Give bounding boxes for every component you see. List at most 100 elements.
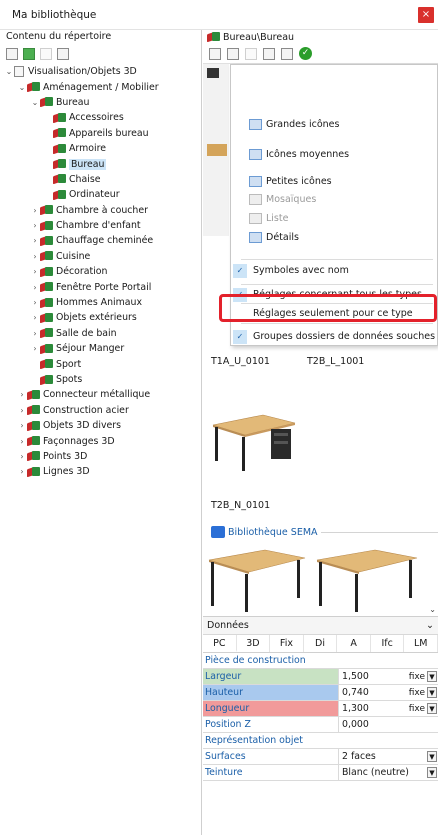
tree-item[interactable]: › Objets 3D divers: [0, 418, 201, 433]
tree-item[interactable]: › Cuisine: [0, 249, 201, 264]
chevron-right-icon[interactable]: ›: [30, 236, 40, 245]
chevron-right-icon[interactable]: ›: [30, 221, 40, 230]
tab-fix[interactable]: Fix: [270, 635, 304, 652]
tree-item[interactable]: › Construction acier: [0, 403, 201, 418]
tab-pc[interactable]: PC: [203, 635, 237, 652]
dropdown-arrow-icon[interactable]: ▼: [427, 703, 437, 714]
tree-item[interactable]: › Chambre à coucher: [0, 203, 201, 218]
property-value-field[interactable]: 2 faces ▼: [339, 749, 438, 764]
chevron-right-icon[interactable]: ›: [30, 329, 40, 338]
3d-folder-icon: [27, 436, 40, 446]
tree-item[interactable]: Bureau: [0, 156, 201, 171]
confirm-icon[interactable]: ✓: [299, 47, 312, 60]
tab-lm[interactable]: LM: [404, 635, 438, 652]
link-icon[interactable]: [57, 48, 69, 60]
dropdown-arrow-icon[interactable]: ▼: [427, 671, 437, 682]
tree-item[interactable]: › Connecteur métallique: [0, 387, 201, 402]
property-value-field[interactable]: 1,500 fixe ▼: [339, 669, 438, 684]
property-value-field[interactable]: 0,740 fixe ▼: [339, 685, 438, 700]
edit-icon[interactable]: [281, 47, 293, 60]
chevron-right-icon[interactable]: ›: [30, 298, 40, 307]
tree-item[interactable]: Ordinateur: [0, 187, 201, 202]
chevron-right-icon[interactable]: ›: [30, 313, 40, 322]
3d-folder-icon: [27, 82, 40, 92]
tab-di[interactable]: Di: [304, 635, 338, 652]
chevron-right-icon[interactable]: ›: [17, 390, 27, 399]
menu-item-view[interactable]: Icônes moyennes: [249, 149, 349, 160]
tree-item[interactable]: › Décoration: [0, 264, 201, 279]
tree-item[interactable]: Accessoires: [0, 110, 201, 125]
3d-folder-icon: [40, 205, 53, 215]
collapse-icon[interactable]: ⌄: [426, 620, 434, 631]
chevron-right-icon[interactable]: ›: [17, 437, 27, 446]
chevron-right-icon[interactable]: ›: [30, 267, 40, 276]
tab-3d[interactable]: 3D: [237, 635, 271, 652]
menu-item-view[interactable]: Détails: [249, 232, 299, 243]
property-value-field[interactable]: 0,000: [339, 717, 438, 732]
chevron-right-icon[interactable]: ›: [17, 421, 27, 430]
chevron-down-icon[interactable]: ⌄: [17, 83, 27, 92]
tree-item[interactable]: › Hommes Animaux: [0, 295, 201, 310]
tab-ifc[interactable]: Ifc: [371, 635, 405, 652]
item-label[interactable]: T2B_L_1001: [307, 356, 364, 367]
menu-item-view[interactable]: Liste: [249, 213, 288, 224]
close-icon[interactable]: ×: [418, 7, 434, 23]
item-label[interactable]: T2B_N_0101: [211, 500, 270, 511]
sema-library-section: Bibliothèque SEMA: [211, 526, 438, 538]
item-label[interactable]: T1A_U_0101: [211, 356, 270, 367]
tree-item-label: Objets 3D divers: [43, 420, 122, 432]
chevron-right-icon[interactable]: ›: [30, 252, 40, 261]
menu-item-view[interactable]: Mosaïques: [249, 194, 316, 205]
tree-item[interactable]: › Chambre d'enfant: [0, 218, 201, 233]
tree-item[interactable]: › Chauffage cheminée: [0, 233, 201, 248]
tree-item[interactable]: › Fenêtre Porte Portail: [0, 279, 201, 294]
save-icon[interactable]: [209, 47, 221, 60]
tree-item[interactable]: › Séjour Manger: [0, 341, 201, 356]
menu-item-view[interactable]: Petites icônes: [249, 176, 332, 187]
tree-item[interactable]: ⌄ Aménagement / Mobilier: [0, 79, 201, 94]
property-value-field[interactable]: Blanc (neutre) ▼: [339, 765, 438, 780]
tree-item[interactable]: › Façonnages 3D: [0, 433, 201, 448]
dropdown-arrow-icon[interactable]: ▼: [427, 767, 437, 778]
tree-item[interactable]: › Objets extérieurs: [0, 310, 201, 325]
tree-item[interactable]: › Salle de bain: [0, 326, 201, 341]
chevron-right-icon[interactable]: ›: [30, 344, 40, 353]
dropdown-arrow-icon[interactable]: ▼: [427, 751, 437, 762]
menu-item-toggle[interactable]: Symboles avec nom: [253, 265, 349, 276]
properties-icon[interactable]: [227, 47, 239, 60]
3d-folder-icon: [40, 220, 53, 231]
tree-view-icon[interactable]: [6, 48, 18, 60]
highlight-annotation: [219, 294, 437, 322]
chevron-right-icon[interactable]: ›: [17, 467, 27, 476]
chevron-down-icon[interactable]: ⌄: [429, 605, 436, 614]
property-value: 1,300: [342, 703, 369, 714]
disk-icon[interactable]: [245, 47, 257, 60]
tree-item[interactable]: › Lignes 3D: [0, 464, 201, 479]
tree-item[interactable]: › Points 3D: [0, 449, 201, 464]
copy-folder-icon[interactable]: [40, 48, 52, 60]
add-folder-icon[interactable]: [23, 48, 35, 60]
dropdown-arrow-icon[interactable]: ▼: [427, 687, 437, 698]
property-value-field[interactable]: 1,300 fixe ▼: [339, 701, 438, 716]
chevron-right-icon[interactable]: ›: [30, 206, 40, 215]
tree-item[interactable]: Appareils bureau: [0, 126, 201, 141]
tree-item[interactable]: Sport: [0, 356, 201, 371]
property-value: 1,500: [342, 671, 369, 682]
menu-item-view[interactable]: Grandes icônes: [249, 119, 339, 130]
tree-item[interactable]: Chaise: [0, 172, 201, 187]
menu-item-toggle[interactable]: Groupes dossiers de données souches: [253, 331, 435, 342]
tab-a[interactable]: A: [337, 635, 371, 652]
tree-item[interactable]: ⌄ Visualisation/Objets 3D: [0, 64, 201, 79]
chevron-down-icon[interactable]: ⌄: [30, 98, 40, 107]
view-mode-icon[interactable]: [263, 47, 275, 60]
chevron-right-icon[interactable]: ›: [30, 283, 40, 292]
chevron-right-icon[interactable]: ›: [17, 406, 27, 415]
chevron-down-icon[interactable]: ⌄: [4, 67, 14, 76]
tree-item[interactable]: ⌄ Bureau: [0, 95, 201, 110]
desk-thumbnail-sema-2[interactable]: [315, 548, 419, 614]
tree-item[interactable]: Armoire: [0, 141, 201, 156]
desk-thumbnail-sema-1[interactable]: [207, 548, 307, 614]
chevron-right-icon[interactable]: ›: [17, 452, 27, 461]
desk-thumbnail-t2b-n[interactable]: [209, 413, 297, 473]
tree-item[interactable]: Spots: [0, 372, 201, 387]
